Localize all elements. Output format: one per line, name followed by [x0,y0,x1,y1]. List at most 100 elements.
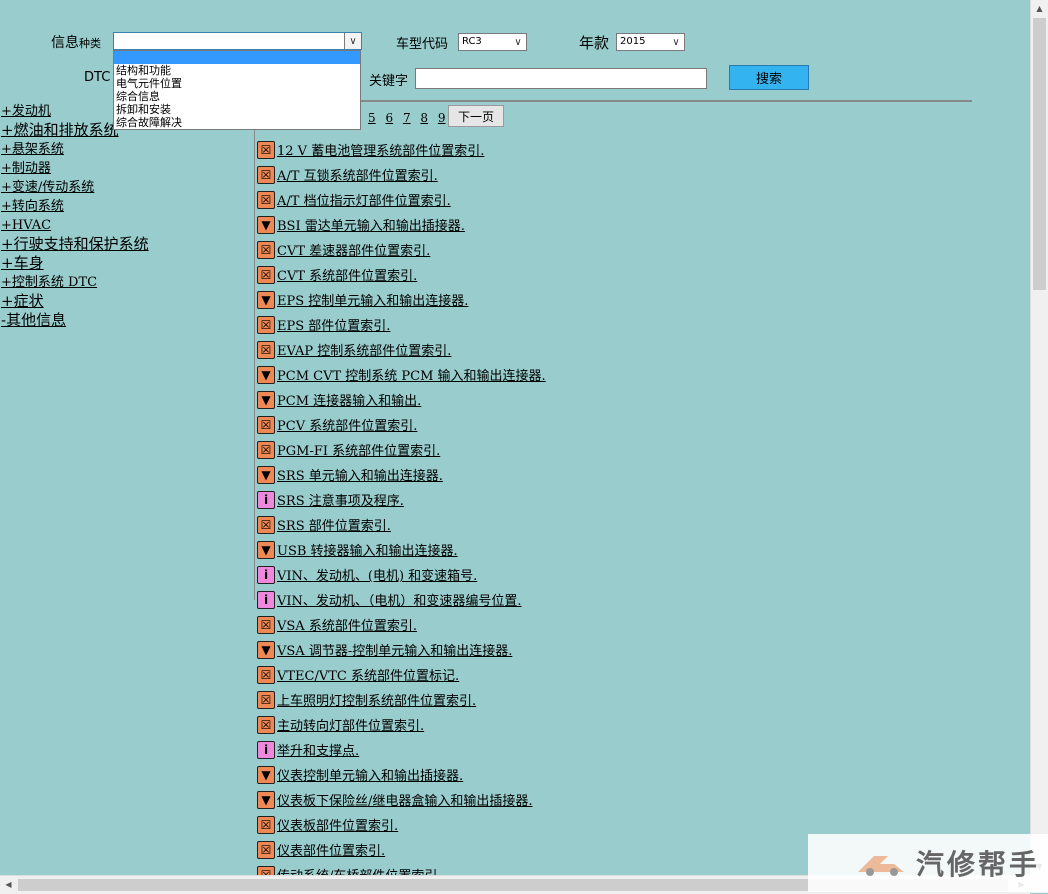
next-page-button[interactable]: 下一页 [448,105,504,127]
dropdown-option-blank[interactable] [114,51,360,64]
result-link[interactable]: EPS 控制单元输入和输出连接器. [277,290,468,309]
year-select[interactable]: 2015 ∨ [616,33,685,51]
result-item[interactable]: ▼ USB 转接器输入和输出连接器. [257,537,546,562]
result-item[interactable]: ☒ SRS 部件位置索引. [257,512,546,537]
result-item[interactable]: ☒ 上车照明灯控制系统部件位置索引. [257,687,546,712]
result-link[interactable]: SRS 单元输入和输出连接器. [277,465,443,484]
info-type-select[interactable]: ∨ [113,32,362,50]
vertical-scroll-thumb[interactable] [1033,18,1046,290]
panel-divider [254,130,255,600]
result-link[interactable]: A/T 互锁系统部件位置索引. [277,165,438,184]
result-link[interactable]: PCM CVT 控制系统 PCM 输入和输出连接器. [277,365,546,384]
location-index-icon: ☒ [257,265,275,284]
result-item[interactable]: ☒ A/T 互锁系统部件位置索引. [257,162,546,187]
tree-node[interactable]: +转向系统 [1,197,149,216]
result-link[interactable]: EPS 部件位置索引. [277,315,390,334]
vertical-scrollbar[interactable]: ▲ ▼ [1030,0,1048,875]
page-link-7[interactable]: 7 [403,111,411,125]
result-item[interactable]: ▼ 仪表控制单元输入和输出插接器. [257,762,546,787]
result-link[interactable]: PGM-FI 系统部件位置索引. [277,440,440,459]
page-link-6[interactable]: 6 [385,111,393,125]
result-link[interactable]: EVAP 控制系统部件位置索引. [277,340,451,359]
dropdown-option[interactable]: 电气元件位置 [114,77,360,90]
result-item[interactable]: ☒ A/T 档位指示灯部件位置索引. [257,187,546,212]
tree-node[interactable]: +行驶支持和保护系统 [1,235,149,254]
tree-node[interactable]: +制动器 [1,159,149,178]
result-link[interactable]: 仪表控制单元输入和输出插接器. [277,765,463,784]
result-link[interactable]: BSI 雷达单元输入和输出插接器. [277,215,465,234]
result-link[interactable]: CVT 系统部件位置索引. [277,265,417,284]
result-item[interactable]: i VIN、发动机、（电机）和变速器编号位置. [257,587,546,612]
result-item[interactable]: ☒ VSA 系统部件位置索引. [257,612,546,637]
tree-node[interactable]: -其他信息 [1,311,149,330]
result-item[interactable]: ☒ 仪表板部件位置索引. [257,812,546,837]
result-link[interactable]: VIN、发动机、(电机) 和变速箱号. [277,565,477,584]
result-link[interactable]: PCV 系统部件位置索引. [277,415,417,434]
result-link[interactable]: PCM 连接器输入和输出. [277,390,421,409]
result-item[interactable]: i VIN、发动机、(电机) 和变速箱号. [257,562,546,587]
result-item[interactable]: ▼ SRS 单元输入和输出连接器. [257,462,546,487]
result-item[interactable]: i SRS 注意事项及程序. [257,487,546,512]
result-item[interactable]: i 举升和支撑点. [257,737,546,762]
connector-icon: ▼ [257,290,275,309]
chevron-down-icon[interactable]: ∨ [344,33,361,49]
dropdown-option[interactable]: 结构和功能 [114,64,360,77]
info-icon: i [257,740,275,759]
result-item[interactable]: ▼ PCM 连接器输入和输出. [257,387,546,412]
dropdown-option[interactable]: 拆卸和安装 [114,103,360,116]
result-link[interactable]: SRS 部件位置索引. [277,515,391,534]
result-link[interactable]: VTEC/VTC 系统部件位置标记. [277,665,459,684]
result-item[interactable]: ▼ BSI 雷达单元输入和输出插接器. [257,212,546,237]
keyword-input[interactable] [415,68,707,89]
location-index-icon: ☒ [257,440,275,459]
result-link[interactable]: 上车照明灯控制系统部件位置索引. [277,690,476,709]
dtc-label: DTC [84,70,111,85]
dropdown-option[interactable]: 综合信息 [114,90,360,103]
result-item[interactable]: ▼ VSA 调节器-控制单元输入和输出连接器. [257,637,546,662]
result-link[interactable]: VSA 调节器-控制单元输入和输出连接器. [277,640,512,659]
result-link[interactable]: USB 转接器输入和输出连接器. [277,540,458,559]
result-link[interactable]: VSA 系统部件位置索引. [277,615,417,634]
model-code-select[interactable]: RC3 ∨ [458,33,527,51]
tree-node[interactable]: +变速/传动系统 [1,178,149,197]
tree-node[interactable]: +悬架系统 [1,140,149,159]
page-link-5[interactable]: 5 [368,111,376,125]
tree-node[interactable]: +车身 [1,254,149,273]
result-link[interactable]: 12 V 蓄电池管理系统部件位置索引. [277,140,484,159]
scroll-up-icon[interactable]: ▲ [1031,0,1048,17]
search-button[interactable]: 搜索 [729,65,809,90]
result-link[interactable]: SRS 注意事项及程序. [277,490,404,509]
location-index-icon: ☒ [257,315,275,334]
result-item[interactable]: ☒ PCV 系统部件位置索引. [257,412,546,437]
result-item[interactable]: ☒ CVT 差速器部件位置索引. [257,237,546,262]
result-item[interactable]: ▼ PCM CVT 控制系统 PCM 输入和输出连接器. [257,362,546,387]
result-item[interactable]: ☒ EVAP 控制系统部件位置索引. [257,337,546,362]
result-link[interactable]: 举升和支撑点. [277,740,359,759]
result-item[interactable]: ☒ 12 V 蓄电池管理系统部件位置索引. [257,137,546,162]
page-link-9[interactable]: 9 [438,111,446,125]
keyword-label: 关键字 [369,74,409,89]
result-item[interactable]: ☒ EPS 部件位置索引. [257,312,546,337]
result-link[interactable]: CVT 差速器部件位置索引. [277,240,430,259]
result-link[interactable]: A/T 档位指示灯部件位置索引. [277,190,451,209]
result-item[interactable]: ▼ 仪表板下保险丝/继电器盒输入和输出插接器. [257,787,546,812]
result-item[interactable]: ☒ PGM-FI 系统部件位置索引. [257,437,546,462]
result-item[interactable]: ☒ VTEC/VTC 系统部件位置标记. [257,662,546,687]
result-link[interactable]: 仪表部件位置索引. [277,840,385,859]
result-link[interactable]: 仪表板下保险丝/继电器盒输入和输出插接器. [277,790,533,809]
result-link[interactable]: 仪表板部件位置索引. [277,815,398,834]
tree-node[interactable]: +控制系统 DTC [1,273,149,292]
tree-node[interactable]: +HVAC [1,216,149,235]
result-item[interactable]: ☒ 仪表部件位置索引. [257,837,546,862]
result-item[interactable]: ▼ EPS 控制单元输入和输出连接器. [257,287,546,312]
result-link[interactable]: 主动转向灯部件位置索引. [277,715,424,734]
result-item[interactable]: ☒ CVT 系统部件位置索引. [257,262,546,287]
result-item[interactable]: ☒ 主动转向灯部件位置索引. [257,712,546,737]
result-link[interactable]: VIN、发动机、（电机）和变速器编号位置. [277,590,522,609]
page-link-8[interactable]: 8 [420,111,428,125]
info-type-dropdown[interactable]: 结构和功能 电气元件位置 综合信息 拆卸和安装 综合故障解决 [113,50,361,130]
scroll-left-icon[interactable]: ◀ [0,876,17,893]
watermark-text: 汽修帮手 [915,848,1040,881]
dropdown-option[interactable]: 综合故障解决 [114,116,360,129]
tree-node[interactable]: +症状 [1,292,149,311]
